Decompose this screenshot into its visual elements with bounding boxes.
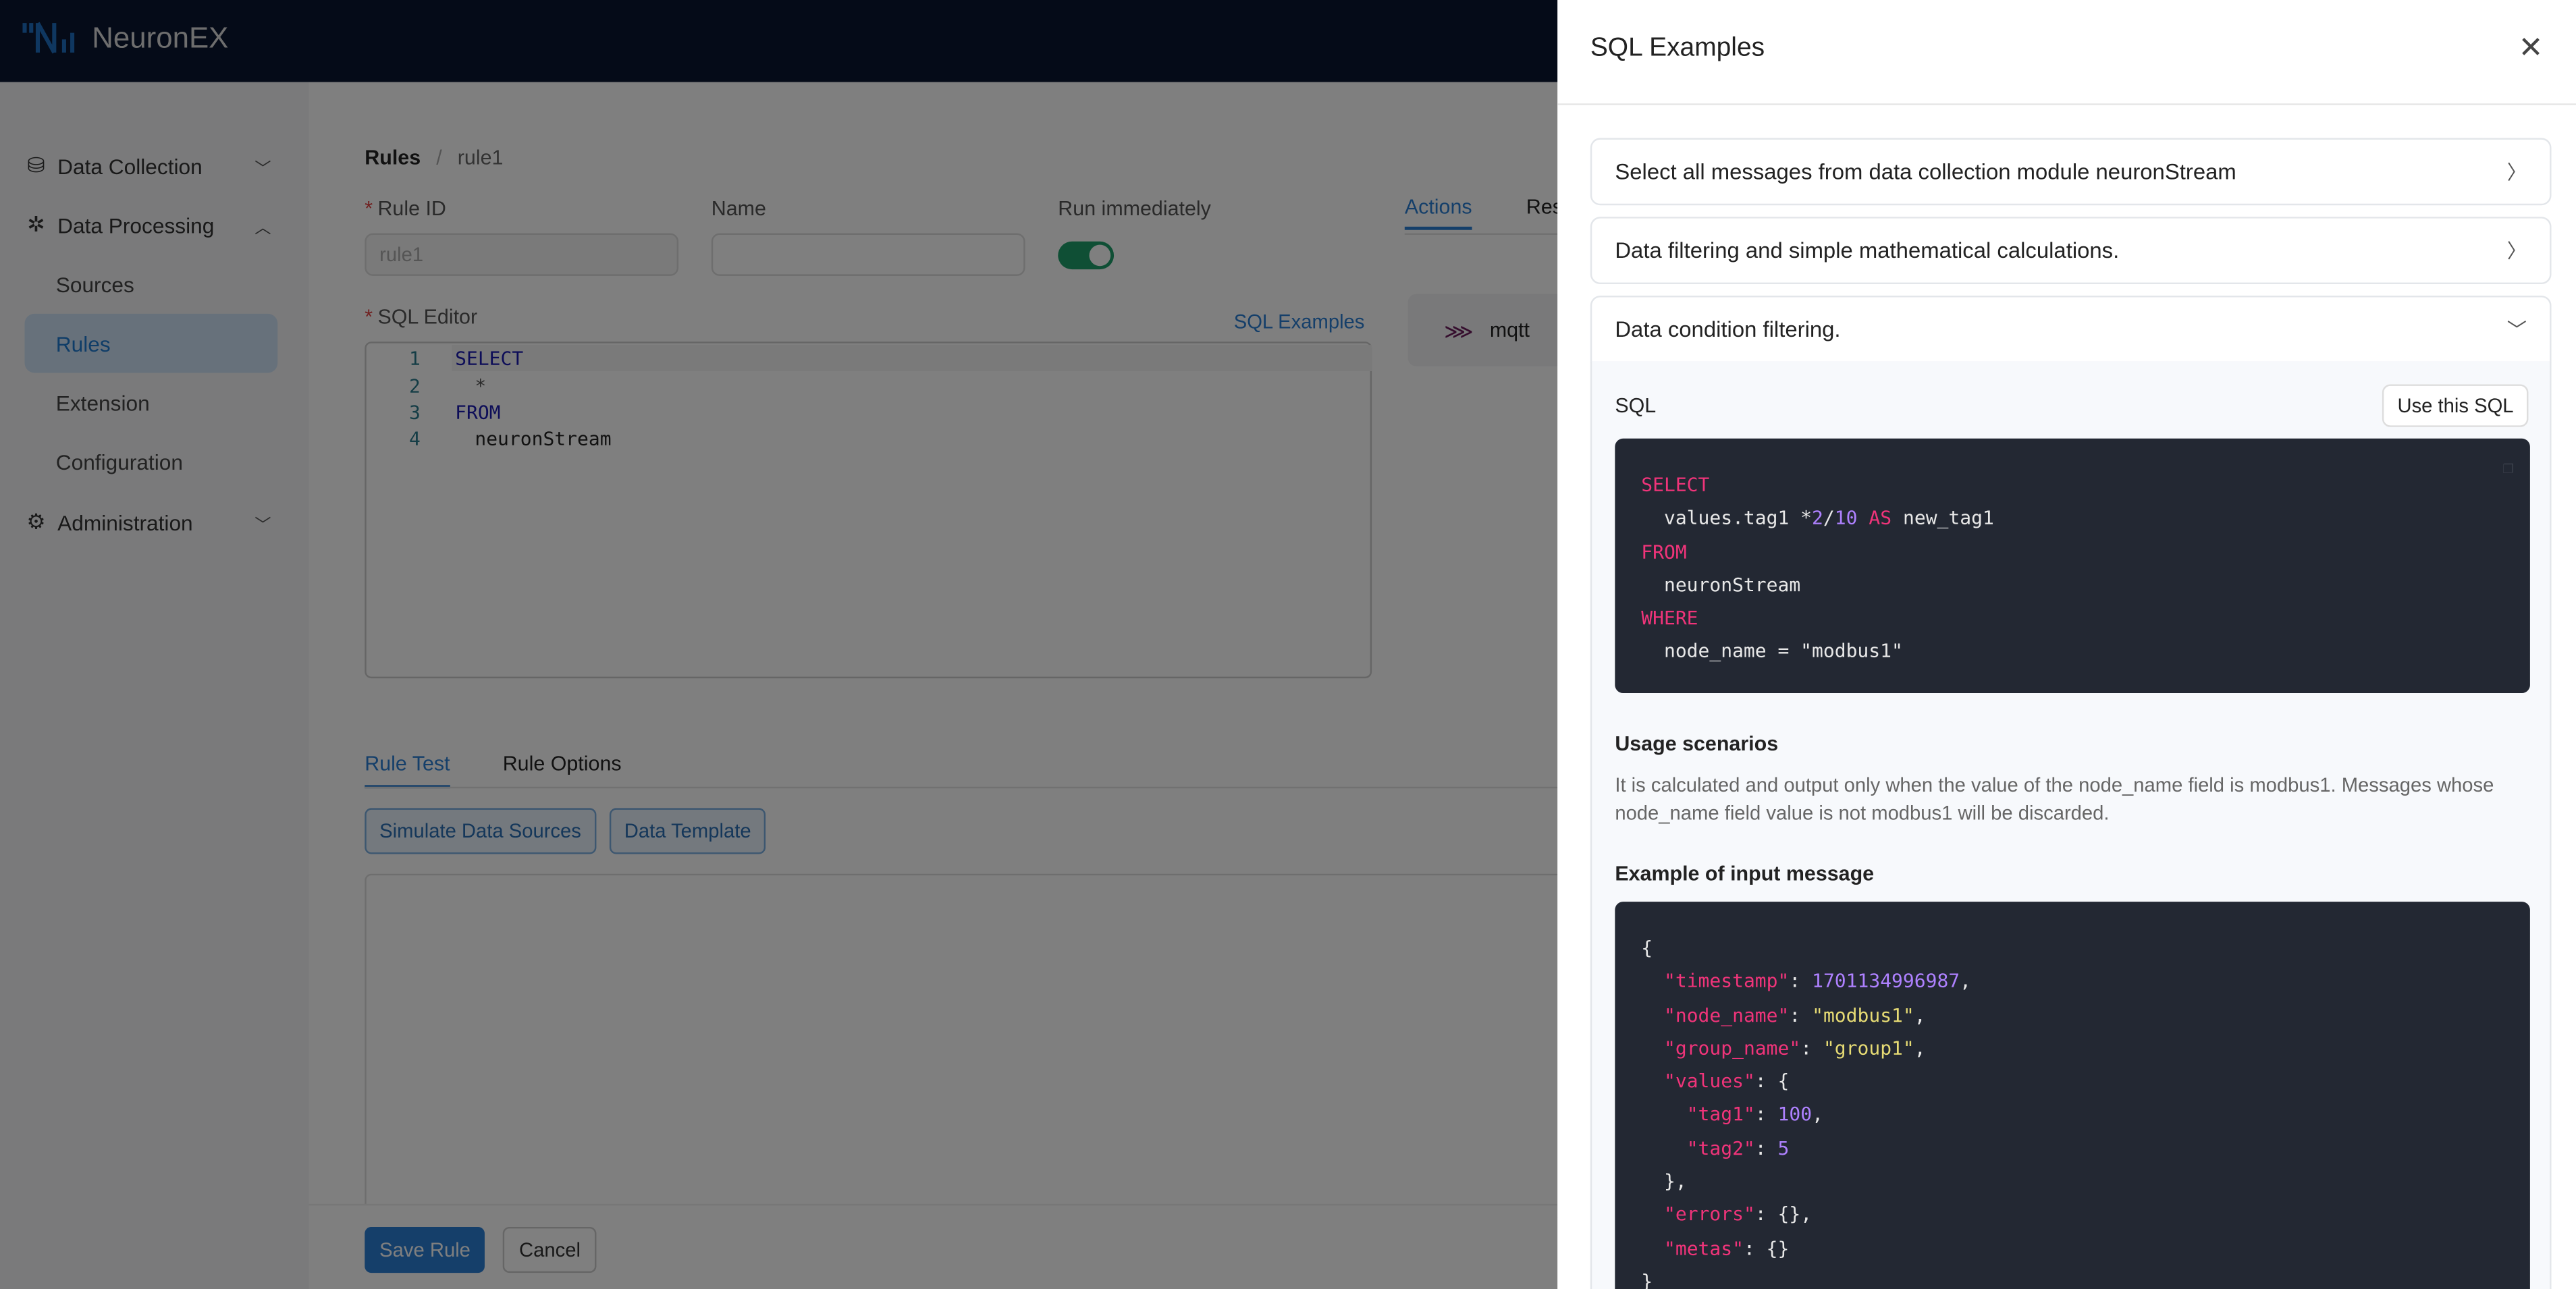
label: Select all messages from data collection… (1615, 159, 2236, 184)
sql-examples-drawer: SQL Examples ✕ Select all messages from … (1557, 0, 2576, 1289)
example-panel: SQL Use this SQL ❐ SELECT values.tag1 *2/… (1590, 361, 2552, 1289)
sql-code-block: ❐ SELECT values.tag1 *2/10 AS new_tag1 FR… (1615, 438, 2530, 694)
example-item-filtering-math[interactable]: Data filtering and simple mathematical c… (1590, 217, 2552, 285)
sql-label: SQL (1615, 394, 1657, 418)
chevron-right-icon: 〉 (2506, 161, 2527, 184)
close-icon[interactable]: ✕ (2519, 31, 2544, 65)
input-message-code-block: { "timestamp": 1701134996987, "node_name… (1615, 902, 2530, 1289)
example-input-title: Example of input message (1615, 862, 1875, 885)
example-item-condition-filtering[interactable]: Data condition filtering. ﹀ (1590, 296, 2552, 363)
chevron-down-icon: ﹀ (2506, 319, 2527, 342)
copy-icon[interactable]: ❐ (2502, 451, 2513, 485)
label: Data filtering and simple mathematical c… (1615, 238, 2120, 263)
label: Data condition filtering. (1615, 317, 1841, 342)
chevron-right-icon: 〉 (2506, 240, 2527, 263)
usage-scenarios-title: Usage scenarios (1615, 732, 1779, 756)
example-item-select-all[interactable]: Select all messages from data collection… (1590, 138, 2552, 206)
use-this-sql-button[interactable]: Use this SQL (2382, 384, 2529, 427)
usage-scenarios-text: It is calculated and output only when th… (1615, 773, 2494, 824)
drawer-title: SQL Examples (1590, 34, 1765, 63)
